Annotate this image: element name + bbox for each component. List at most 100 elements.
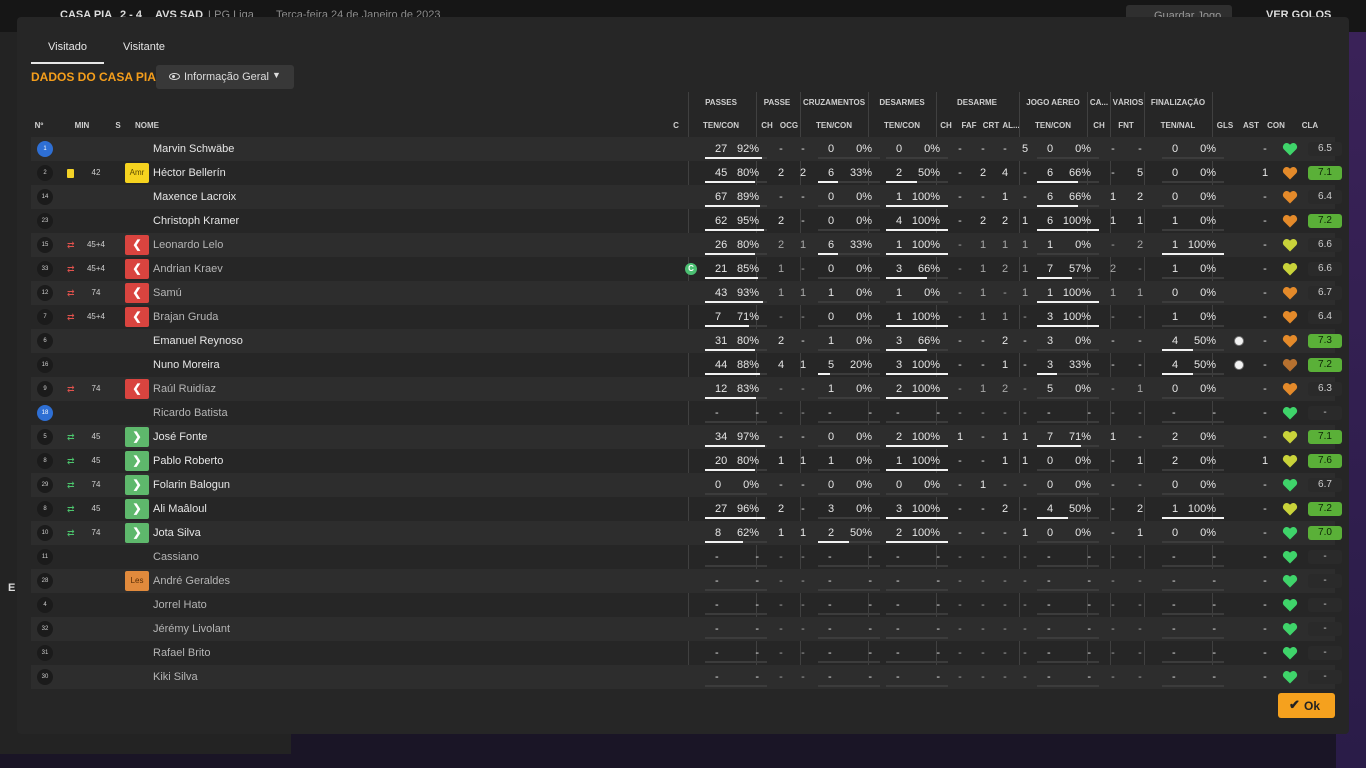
table-row[interactable]: 6 Emanuel Reynoso 31 80% 2-1 0% 3 66% - -2-3 0% - -4… <box>31 329 1342 353</box>
col-header-al[interactable]: AL... <box>1002 121 1020 130</box>
col-header-ast[interactable]: AST <box>1240 121 1262 130</box>
player-name[interactable]: Marvin Schwäbe <box>153 137 234 161</box>
col-header-c[interactable]: C <box>671 121 681 130</box>
desarme-crt: - <box>1003 287 1007 299</box>
heart-icon <box>1282 646 1298 660</box>
player-name[interactable]: Andrian Kraev <box>153 257 223 281</box>
table-row[interactable]: 33 ⇄ 45+4 ❮ Andrian Kraev C 21 85% 1-0 0% 3 66% -1 2 1… <box>31 257 1342 281</box>
player-name[interactable]: Maxence Lacroix <box>153 185 236 209</box>
chevron-left-icon[interactable]: ❮ <box>125 235 149 255</box>
col-header-desarme-ch[interactable]: CH <box>938 121 954 130</box>
table-row[interactable]: 23 Christoph Kramer 62 95% 2-0 0% 4 100% -2 2 1 6 10… <box>31 209 1342 233</box>
col-header-min[interactable]: MIN <box>69 121 95 130</box>
col-header-gls[interactable]: GLS <box>1214 121 1236 130</box>
table-row[interactable]: 5 ⇄ 45 ❯ José Fonte 34 97% - -0 0% 2 100% 1-1 1 7 71% 1-… <box>31 425 1342 449</box>
col-header-s[interactable]: S <box>113 121 123 130</box>
table-row[interactable]: 29 ⇄ 74 ❯ Folarin Balogun 0 0% - -0 0% 0 0% -1- -0 0% -… <box>31 473 1342 497</box>
chevron-right-icon[interactable]: ❯ <box>125 427 149 447</box>
aerial: -- <box>1037 593 1099 617</box>
ok-button[interactable]: ✔ Ok <box>1278 693 1335 718</box>
player-name[interactable]: Jérémy Livolant <box>153 617 230 641</box>
crosses-bar <box>818 229 880 231</box>
col-header-fnt[interactable]: FNT <box>1114 121 1138 130</box>
aerial: 1 100% <box>1037 281 1099 305</box>
crosses-bar-fill <box>818 253 839 255</box>
group-header-jogo-aereo: JOGO AÉREO <box>1026 98 1080 107</box>
col-header-faf[interactable]: FAF <box>959 121 979 130</box>
chevron-left-icon[interactable]: ❮ <box>125 259 149 279</box>
player-rating: 7.1 <box>1308 166 1342 180</box>
player-name[interactable]: Pablo Roberto <box>153 449 223 473</box>
chevron-left-icon[interactable]: ❮ <box>125 283 149 303</box>
player-name[interactable]: José Fonte <box>153 425 207 449</box>
table-row[interactable]: 12 ⇄ 74 ❮ Samú 43 93% 1 1 1 0% 1 0% -1-1 1 100% 1 1 0 0% -6.… <box>31 281 1342 305</box>
col-header-passes-ten-con[interactable]: TEN/CON <box>689 121 753 130</box>
chevron-left-icon[interactable]: ❮ <box>125 379 149 399</box>
col-header-ca-ch[interactable]: CH <box>1089 121 1109 130</box>
chevron-right-icon[interactable]: ❯ <box>125 523 149 543</box>
col-header-nome[interactable]: NOME <box>135 121 175 130</box>
player-name[interactable]: Emanuel Reynoso <box>153 329 243 353</box>
table-row[interactable]: 30 Kiki Silva - - - - - - - - - - - - - - - - - - - - <box>31 665 1342 689</box>
player-name[interactable]: Jorrel Hato <box>153 593 207 617</box>
player-name[interactable]: Raúl Ruidíaz <box>153 377 216 401</box>
col-header-cruz-ten-con[interactable]: TEN/CON <box>802 121 866 130</box>
table-row[interactable]: 2 42 Amr Héctor Bellerín 45 80% 2 2 6 33% 2 50% -2 4-… <box>31 161 1342 185</box>
col-header-cla[interactable]: CLA <box>1290 121 1330 130</box>
desarme-al: 1 <box>1021 239 1029 251</box>
table-row[interactable]: 16 Nuno Moreira 44 88% 4 1 5 20% 3 100% - -1-3 33% - -… <box>31 353 1342 377</box>
table-row[interactable]: 1 Marvin Schwäbe 27 92% - -0 0% 0 0% - - -5 0 0% - -0 0%… <box>31 137 1342 161</box>
player-name[interactable]: Folarin Balogun <box>153 473 230 497</box>
col-header-num[interactable]: Nº <box>31 121 47 130</box>
tab-visitante[interactable]: Visitante <box>111 37 177 64</box>
table-row[interactable]: 15 ⇄ 45+4 ❮ Leonardo Lelo 26 80% 2 1 6 33% 1 100% -1 1… <box>31 233 1342 257</box>
table-row[interactable]: 7 ⇄ 45+4 ❮ Brajan Gruda 7 71% - -0 0% 1 100% -1 1-3 10… <box>31 305 1342 329</box>
table-row[interactable]: 31 Rafael Brito - - - - - - - - - - - - - - - - - - - - <box>31 641 1342 665</box>
col-header-crt[interactable]: CRT <box>981 121 1001 130</box>
col-header-passe-ch[interactable]: CH <box>758 121 776 130</box>
player-name[interactable]: Héctor Bellerín <box>153 161 226 185</box>
player-name[interactable]: Christoph Kramer <box>153 209 239 233</box>
table-row[interactable]: 4 Jorrel Hato - - - - - - - - - - - - - - - - - - - - <box>31 593 1342 617</box>
player-name[interactable]: Rafael Brito <box>153 641 210 665</box>
table-row[interactable]: 28 Les André Geraldes - - - - - - - - - - - - - - - - - - - - <box>31 569 1342 593</box>
player-name[interactable]: Nuno Moreira <box>153 353 220 377</box>
chevron-left-icon[interactable]: ❮ <box>125 307 149 327</box>
chevron-right-icon[interactable]: ❯ <box>125 475 149 495</box>
table-row[interactable]: 32 Jérémy Livolant - - - - - - - - - - - - - - - - - - - - <box>31 617 1342 641</box>
table-row[interactable]: 18 Ricardo Batista - - - - - - - - - - - - - - - - - - - - <box>31 401 1342 425</box>
player-name[interactable]: Ali Maâloul <box>153 497 207 521</box>
crosses-bar <box>818 181 880 183</box>
aerial: 0 0% <box>1037 521 1099 545</box>
varios-fnt: - <box>1138 335 1142 347</box>
col-header-ja-ten-con[interactable]: TEN/CON <box>1021 121 1085 130</box>
aerial-bar <box>1037 253 1099 255</box>
view-select-dropdown[interactable]: Informação Geral ▼ <box>156 65 294 89</box>
player-name[interactable]: Samú <box>153 281 182 305</box>
table-row[interactable]: 14 Maxence Lacroix 67 89% - -0 0% 1 100% - -1-6 66%… <box>31 185 1342 209</box>
aerial-bar <box>1037 469 1099 471</box>
yellow-card-icon <box>67 169 74 178</box>
table-row[interactable]: 8 ⇄ 45 ❯ Pablo Roberto 20 80% 1 1 1 0% 1 100% - -1 1 0 0%… <box>31 449 1342 473</box>
table-row[interactable]: 8 ⇄ 45 ❯ Ali Maâloul 27 96% 2-3 0% 3 100% - -2-4 50% -… <box>31 497 1342 521</box>
tab-visitado[interactable]: Visitado <box>31 37 104 64</box>
col-header-con[interactable]: CON <box>1265 121 1287 130</box>
player-name[interactable]: Jota Silva <box>153 521 201 545</box>
col-header-des-ten-con[interactable]: TEN/CON <box>870 121 934 130</box>
assists: - <box>1263 623 1267 635</box>
player-name[interactable]: André Geraldes <box>153 569 230 593</box>
crosses: 3 0% <box>818 497 880 521</box>
player-name[interactable]: Leonardo Lelo <box>153 233 223 257</box>
col-header-ocg[interactable]: OCG <box>778 121 800 130</box>
player-rating: 7.2 <box>1308 502 1342 516</box>
player-name[interactable]: Cassiano <box>153 545 199 569</box>
chevron-right-icon[interactable]: ❯ <box>125 499 149 519</box>
table-row[interactable]: 9 ⇄ 74 ❮ Raúl Ruidíaz 12 83% - -1 0% 2 100% -1 2-5 0% -… <box>31 377 1342 401</box>
player-name[interactable]: Kiki Silva <box>153 665 198 689</box>
player-name[interactable]: Ricardo Batista <box>153 401 228 425</box>
table-row[interactable]: 11 Cassiano - - - - - - - - - - - - - - - - - - - - <box>31 545 1342 569</box>
chevron-right-icon[interactable]: ❯ <box>125 451 149 471</box>
player-name[interactable]: Brajan Gruda <box>153 305 218 329</box>
table-row[interactable]: 10 ⇄ 74 ❯ Jota Silva 8 62% 1 1 2 50% 2 100% - - -1 0 0% -1… <box>31 521 1342 545</box>
col-header-ten-nal[interactable]: TEN/NAL <box>1146 121 1210 130</box>
